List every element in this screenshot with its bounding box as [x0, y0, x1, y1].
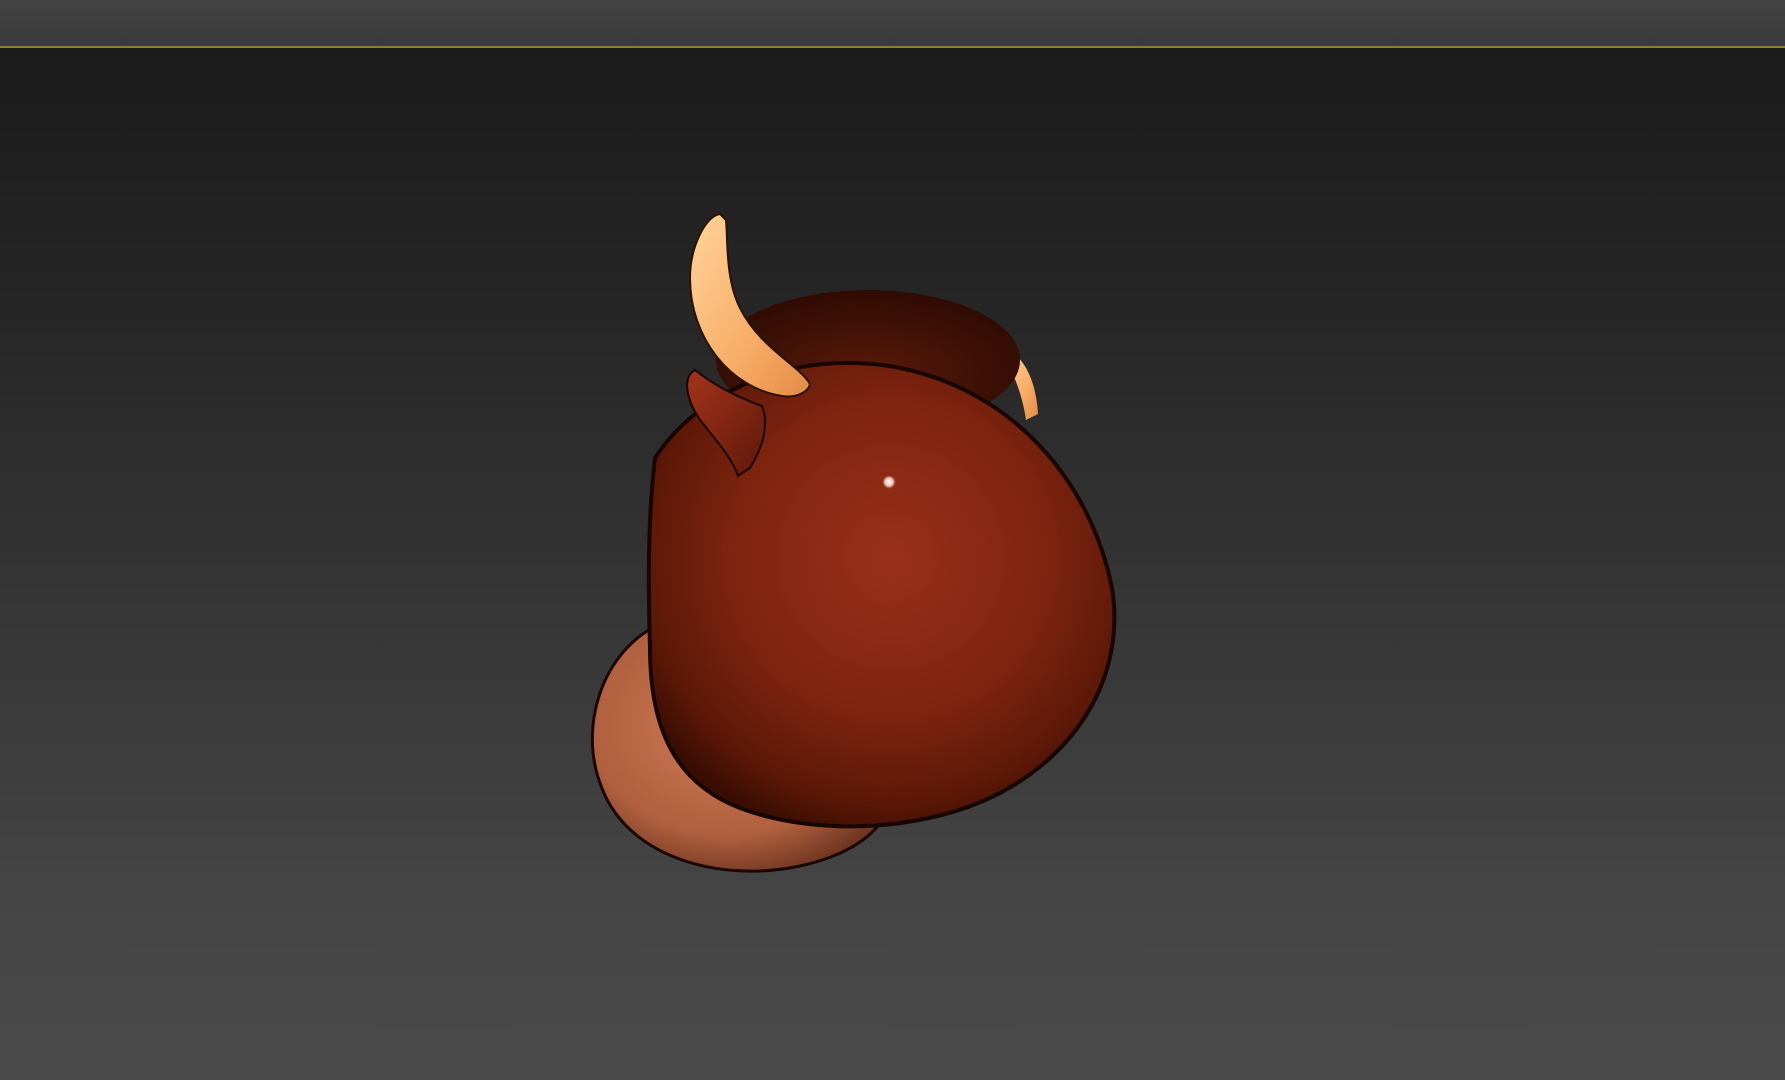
specular-highlight [882, 475, 896, 489]
viewport-canvas[interactable] [0, 48, 1785, 1080]
app-window [0, 0, 1785, 1080]
viewport-toolbar-strip [0, 0, 1785, 46]
3d-viewport[interactable] [0, 48, 1785, 1080]
